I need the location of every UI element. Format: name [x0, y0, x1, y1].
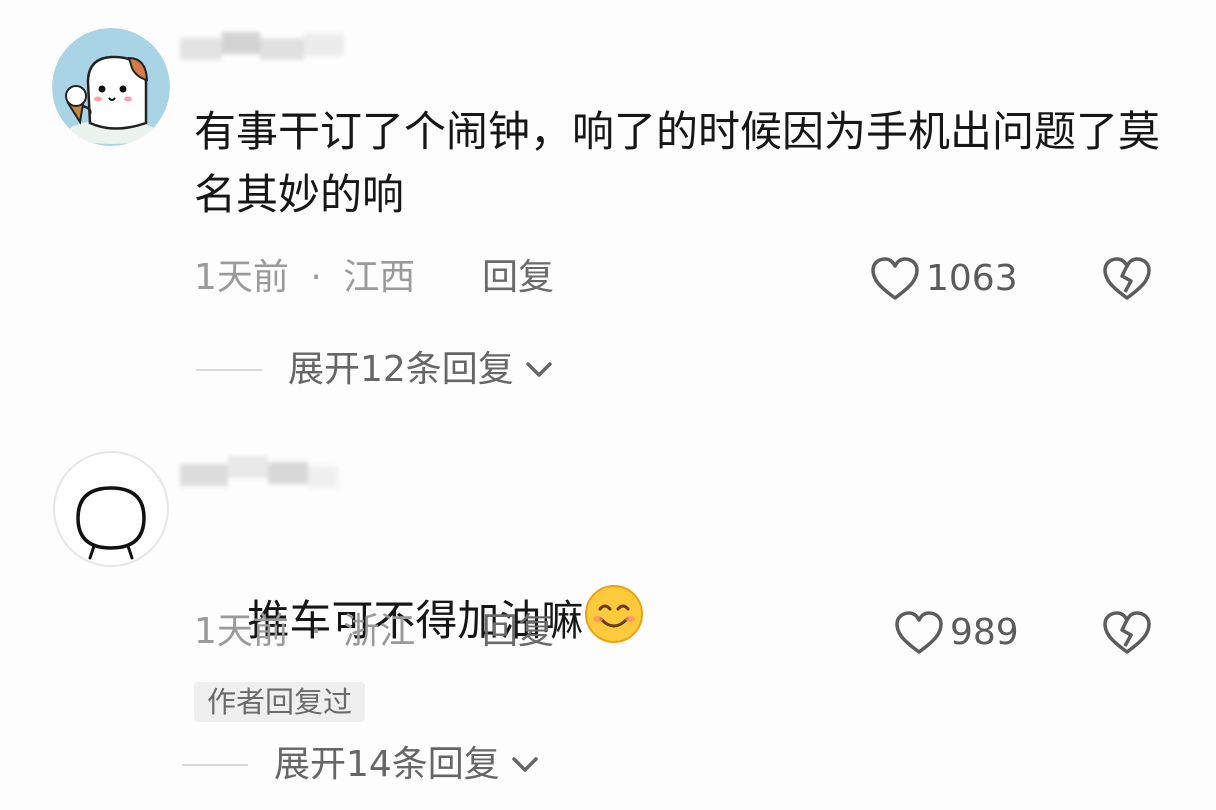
- avatar[interactable]: [52, 450, 170, 568]
- author-replied-badge: 作者回复过: [194, 682, 366, 722]
- chevron-down-icon: [512, 757, 538, 772]
- username-blur: [308, 466, 338, 488]
- broken-heart-icon: [1103, 611, 1151, 654]
- username-blur: [268, 462, 308, 484]
- expand-replies-label: 展开14条回复: [274, 744, 500, 785]
- comment-time: 1天前: [194, 611, 289, 652]
- expand-replies[interactable]: 展开14条回复: [182, 743, 542, 787]
- like-button[interactable]: 989: [894, 610, 1019, 656]
- smiling-face-emoji: [583, 583, 645, 662]
- dislike-button[interactable]: [1102, 610, 1152, 660]
- username-blur: [180, 464, 228, 486]
- reply-button[interactable]: 回复: [482, 610, 554, 654]
- meta-separator: ·: [310, 611, 322, 652]
- doodle-face-icon: [53, 451, 169, 567]
- username-blur: [228, 456, 268, 478]
- comment-meta: 1天前 · 浙江: [194, 610, 415, 654]
- comment-location: 浙江: [343, 611, 416, 652]
- like-count: 989: [950, 612, 1019, 653]
- divider-line: [182, 764, 248, 766]
- heart-icon: [895, 611, 943, 654]
- comment-item: 推车可不得加油嘛 1天前 · 浙江 回复 989 作者回复过 展开14条回复: [0, 0, 1216, 810]
- username[interactable]: [180, 452, 350, 492]
